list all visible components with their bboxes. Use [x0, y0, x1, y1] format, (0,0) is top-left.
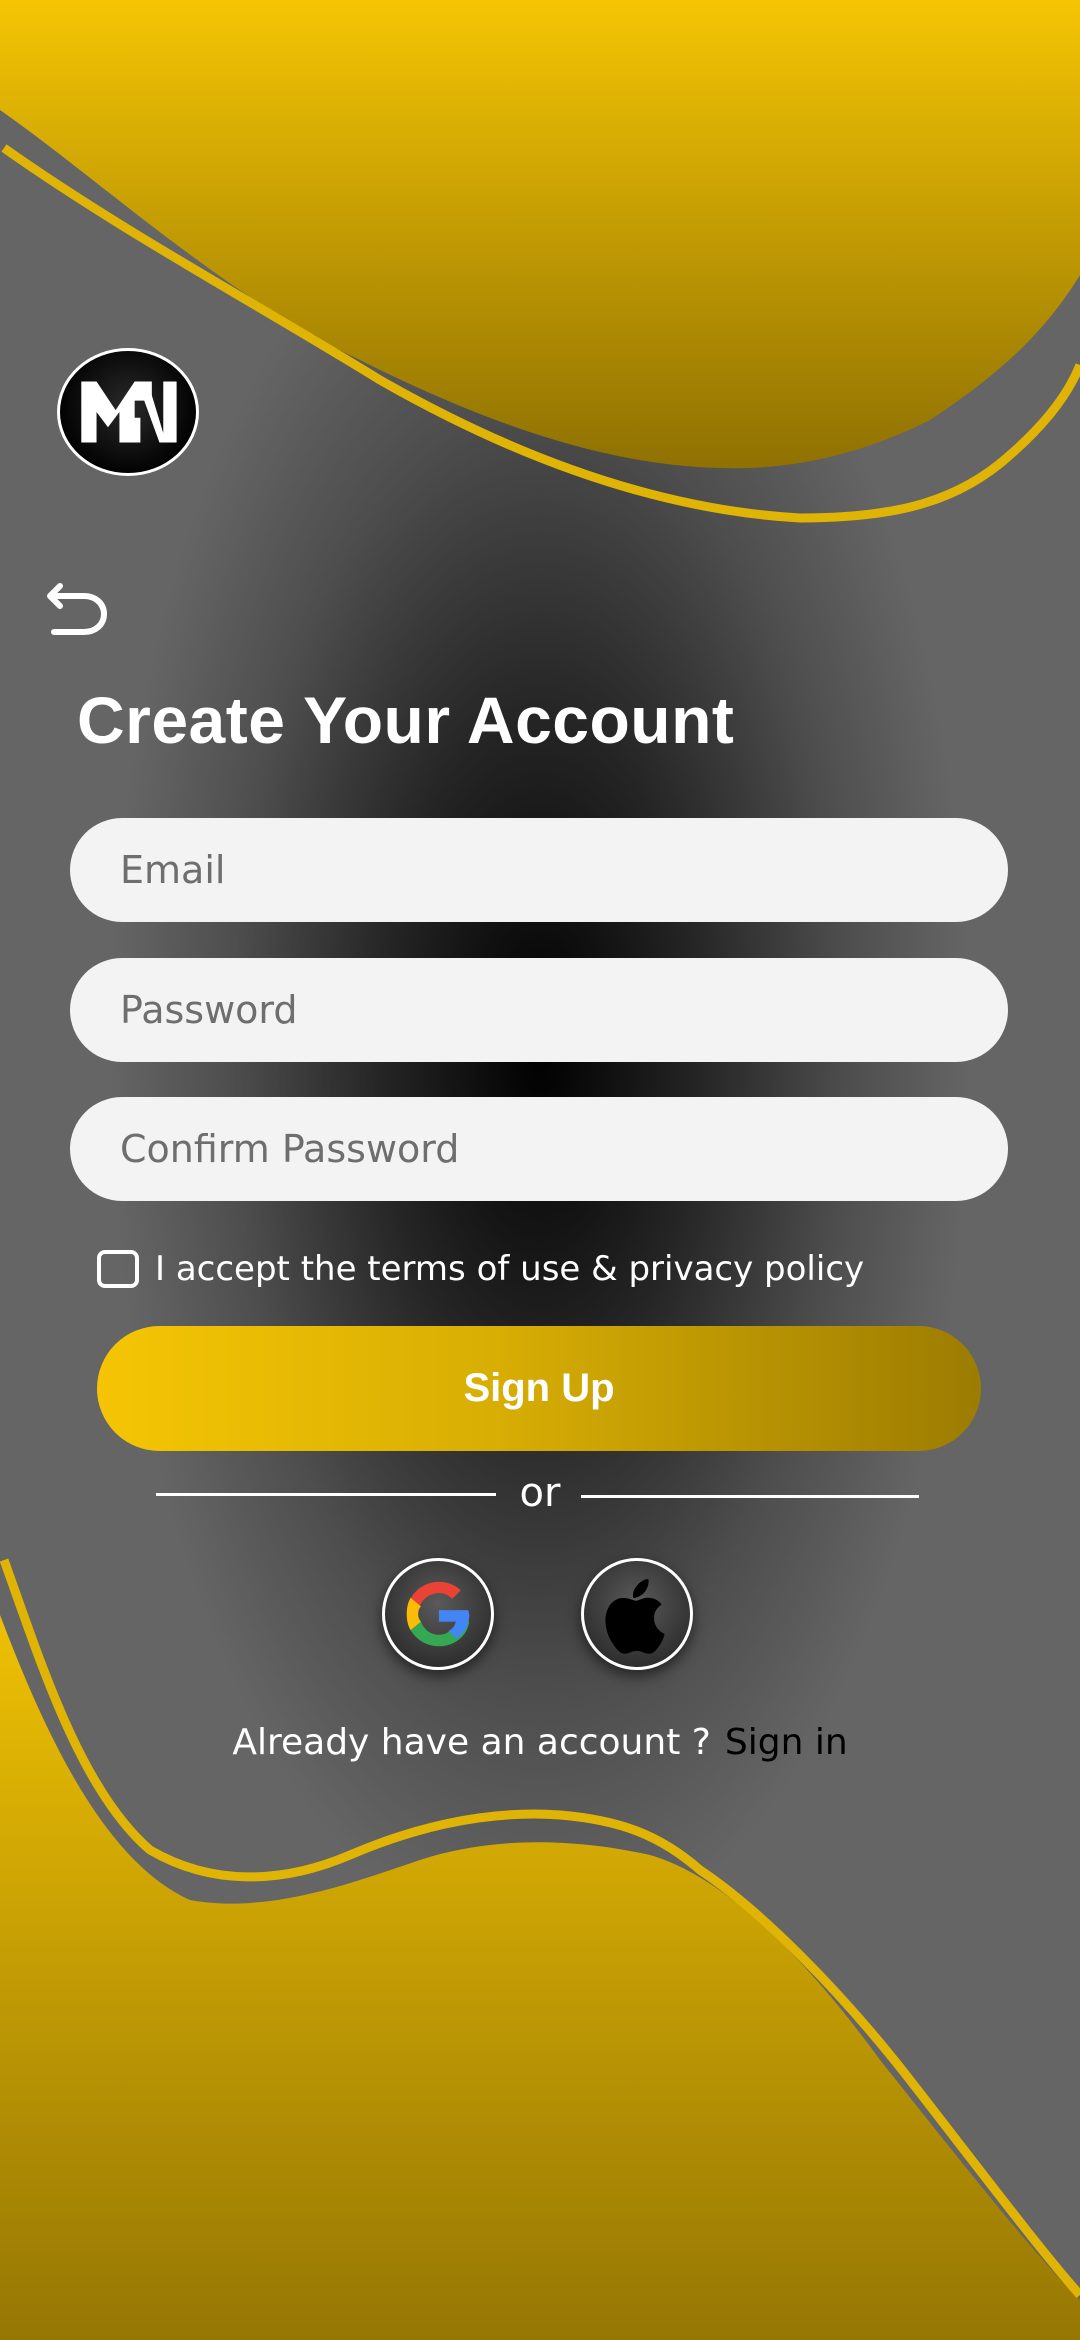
divider-line-left	[156, 1493, 496, 1496]
apple-icon	[605, 1578, 665, 1654]
terms-row: I accept the terms of use & privacy poli…	[97, 1247, 864, 1291]
password-field[interactable]	[70, 958, 1008, 1062]
terms-checkbox[interactable]	[97, 1250, 139, 1288]
sign-in-prompt: Already have an account ?	[232, 1722, 711, 1763]
terms-label: I accept the terms of use & privacy poli…	[155, 1249, 865, 1289]
apple-sign-in-button[interactable]	[581, 1558, 693, 1670]
logo-monogram-icon	[81, 381, 177, 443]
signup-screen: Create Your Account I accept the terms o…	[0, 0, 1080, 2340]
google-icon	[406, 1581, 470, 1647]
divider-line-right	[581, 1495, 919, 1498]
page-title: Create Your Account	[77, 683, 735, 757]
divider-text: or	[519, 1470, 561, 1516]
email-field[interactable]	[70, 818, 1008, 922]
sign-up-button[interactable]: Sign Up	[97, 1326, 981, 1451]
mn-monogram-logo	[57, 348, 199, 476]
google-sign-in-button[interactable]	[382, 1558, 494, 1670]
confirm-password-field[interactable]	[70, 1097, 1008, 1201]
sign-in-row: Already have an account ? Sign in	[0, 1718, 1080, 1768]
sign-in-link[interactable]: Sign in	[725, 1722, 848, 1763]
back-button[interactable]	[44, 582, 110, 642]
back-arrow-icon	[47, 583, 107, 635]
